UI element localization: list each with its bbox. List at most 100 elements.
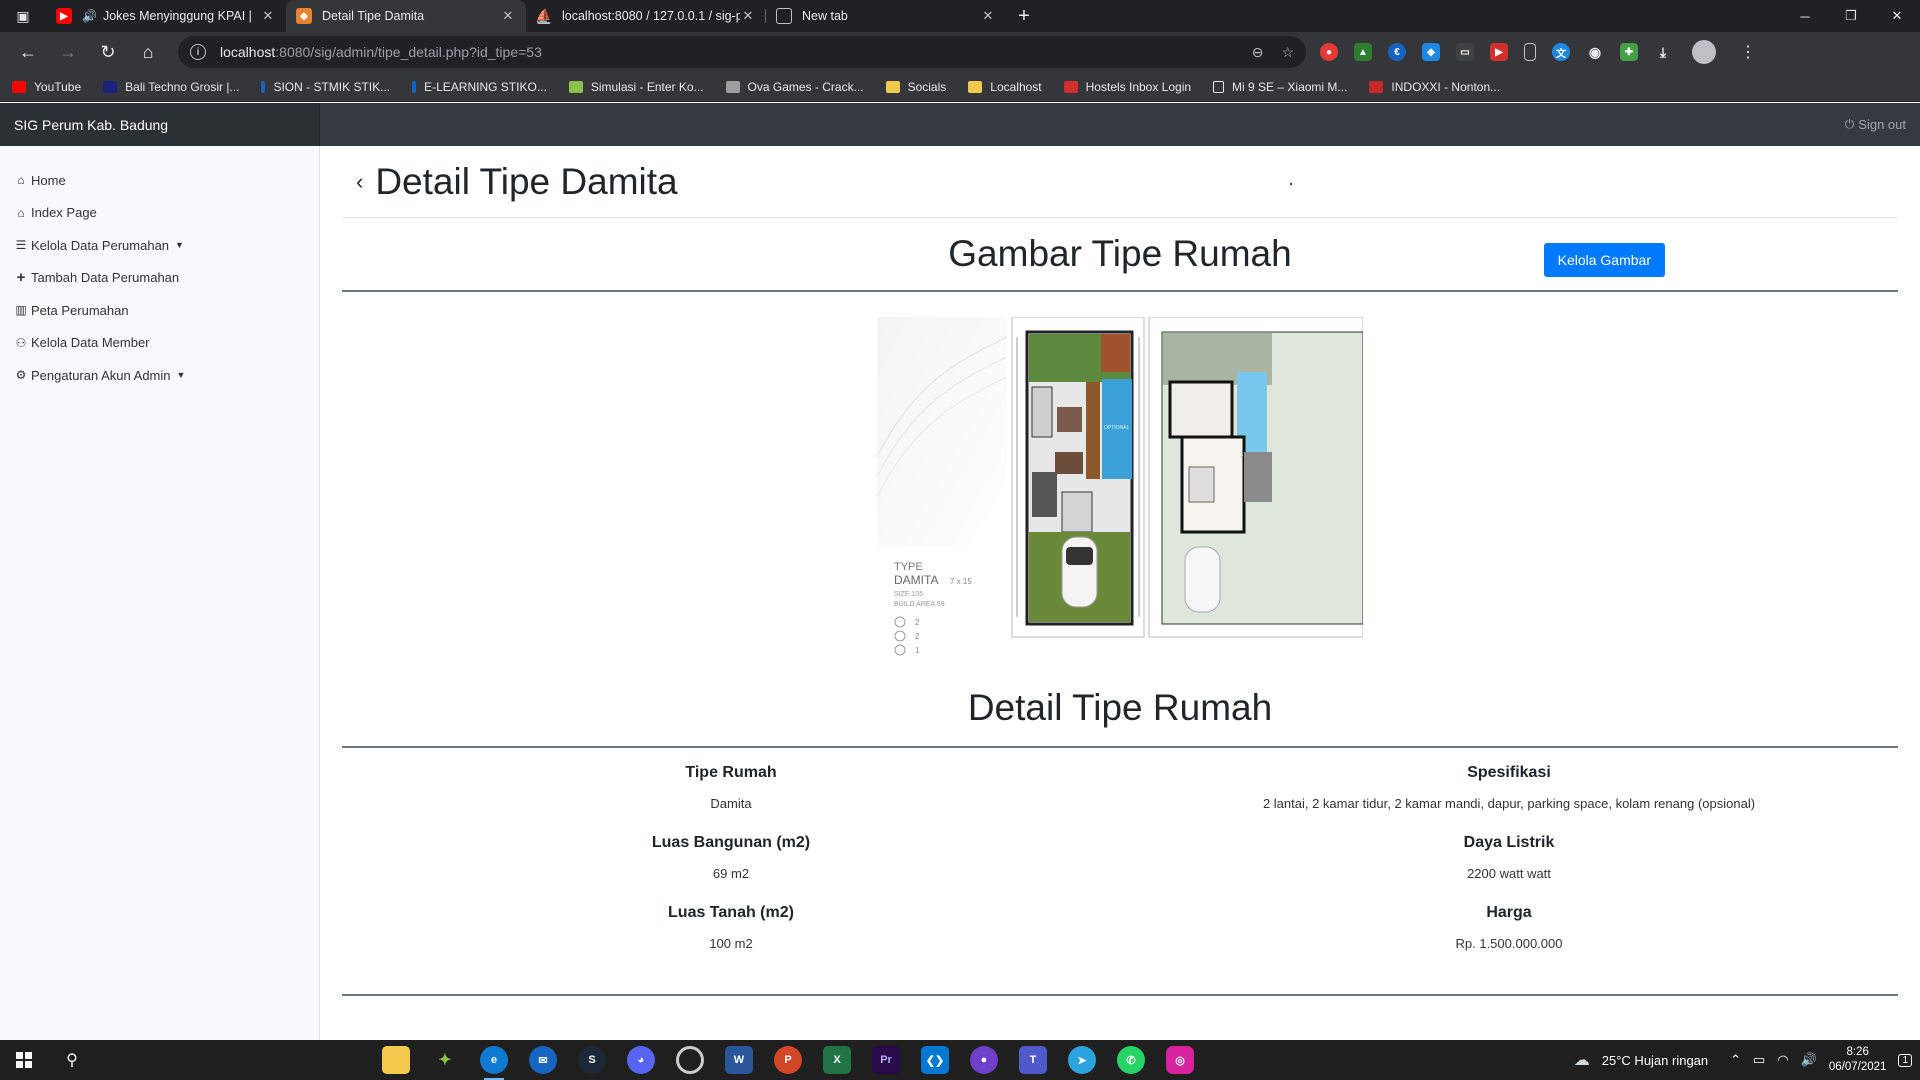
fp-type-name: DAMITA <box>894 573 938 587</box>
search-icon[interactable]: ⚲ <box>48 1040 96 1080</box>
forward-arrow-icon[interactable]: → <box>48 34 88 70</box>
weather-text[interactable]: 25°C Hujan ringan <box>1602 1053 1708 1068</box>
cog-icon: ⚙ <box>15 368 27 383</box>
premiere-icon[interactable]: Pr <box>872 1046 900 1074</box>
extension-red-icon[interactable]: ● <box>1320 43 1338 61</box>
back-arrow-icon[interactable]: ← <box>8 34 48 70</box>
vscode-icon[interactable]: ❮❯ <box>921 1046 949 1074</box>
fp-build-area: BUILD AREA 69 <box>894 601 945 608</box>
telegram-icon[interactable]: ➤ <box>1068 1046 1096 1074</box>
windows-start-icon[interactable] <box>0 1040 48 1080</box>
notification-icon[interactable]: 1 <box>1898 1053 1912 1067</box>
word-icon[interactable]: W <box>725 1046 753 1074</box>
teams-icon[interactable]: T <box>1019 1046 1047 1074</box>
powerpoint-icon[interactable]: P <box>774 1046 802 1074</box>
bookmark-simulasi[interactable]: Simulasi - Enter Ko... <box>568 80 704 94</box>
discord-icon[interactable]: ◕ <box>627 1046 655 1074</box>
bookmark-folder-socials[interactable]: Socials <box>885 80 946 94</box>
wifi-icon[interactable]: ◠ <box>1777 1052 1788 1068</box>
whatsapp-icon[interactable]: ✆ <box>1117 1046 1145 1074</box>
sidebar-item-kelola-member[interactable]: ⚇ Kelola Data Member <box>0 327 319 360</box>
address-bar[interactable]: i localhost :8080/sig/admin/tipe_detail.… <box>178 36 1306 68</box>
plus-icon: + <box>16 269 26 287</box>
sidebar-item-pengaturan-akun[interactable]: ⚙ Pengaturan Akun Admin ▼ <box>0 359 319 392</box>
restore-icon[interactable]: ❐ <box>1828 0 1874 32</box>
bookmark-youtube[interactable]: YouTube <box>12 80 81 94</box>
bookmark-star-icon[interactable]: ☆ <box>1281 44 1294 61</box>
home-icon: ⌂ <box>17 173 25 188</box>
caret-down-icon: ▼ <box>176 370 186 381</box>
sidebar-item-tambah-perumahan[interactable]: + Tambah Data Perumahan <box>0 262 319 295</box>
bookmark-ova-games[interactable]: Ova Games - Crack... <box>725 80 864 94</box>
tray-chevron-up-icon[interactable]: ⌃ <box>1730 1052 1741 1068</box>
edge-browser-icon[interactable]: e <box>480 1046 508 1080</box>
profile-avatar[interactable] <box>1692 40 1716 64</box>
extension-euro-icon[interactable]: € <box>1388 43 1406 61</box>
extension-translate-icon[interactable]: 文 <box>1552 43 1570 61</box>
browser-tab-detail[interactable]: ◆ Detail Tipe Damita ✕ <box>286 0 526 32</box>
camera-icon[interactable]: ◉ <box>1586 43 1604 61</box>
bookmark-hostels[interactable]: Hostels Inbox Login <box>1063 80 1191 94</box>
detail-value: Damita <box>710 796 752 811</box>
store-icon[interactable]: ✦ <box>431 1046 459 1074</box>
fp-car-count: 1 <box>915 646 920 655</box>
brand-link[interactable]: SIG Perum Kab. Badung <box>0 103 320 146</box>
sidebar-item-peta-perumahan[interactable]: ▥ Peta Perumahan <box>0 294 319 327</box>
battery-icon[interactable]: ▭ <box>1753 1052 1765 1068</box>
sidebar: ⌂ Home ⌂ Index Page ☰ Kelola Data Peruma… <box>0 146 320 1040</box>
clock[interactable]: 8:26 06/07/2021 <box>1829 1045 1887 1075</box>
sign-out-link[interactable]: ⏻ Sign out <box>1845 103 1906 146</box>
weather-cloud-icon: ☁ <box>1573 1052 1590 1069</box>
close-tab-icon[interactable]: ✕ <box>980 8 996 24</box>
detail-daya-listrik: Daya Listrik 2200 watt watt <box>1120 834 1898 904</box>
browser-tab-phpmyadmin[interactable]: ⛵ localhost:8080 / 127.0.0.1 / sig-p ✕ <box>526 0 766 32</box>
detail-value: 2 lantai, 2 kamar tidur, 2 kamar mandi, … <box>1262 796 1756 811</box>
bookmark-sion[interactable]: SION - STMIK STIK... <box>261 80 390 94</box>
extension-puzzle-icon[interactable]: ✚ <box>1620 43 1638 61</box>
extension-green-icon[interactable]: ▲ <box>1354 43 1372 61</box>
back-chevron-icon[interactable]: ‹ <box>356 169 363 195</box>
bookmark-mi9se[interactable]: Mi 9 SE – Xiaomi M... <box>1213 80 1347 94</box>
mail-icon[interactable]: ✉ <box>529 1046 557 1074</box>
extension-shield-icon[interactable]: ◈ <box>1422 43 1440 61</box>
close-tab-icon[interactable]: ✕ <box>260 8 276 24</box>
bookmark-folder-localhost[interactable]: Localhost <box>968 80 1042 94</box>
detail-label: Luas Bangunan (m2) <box>651 834 811 851</box>
browser-tab-youtube[interactable]: ▶ 🔊 Jokes Menyinggung KPAI | ✕ <box>46 0 286 32</box>
home-icon[interactable]: ⌂ <box>128 34 168 70</box>
sidebar-item-home[interactable]: ⌂ Home <box>0 164 319 197</box>
bookmark-indoxxi[interactable]: INDOXXI - Nonton... <box>1369 80 1500 94</box>
bath-icon <box>894 630 906 642</box>
ring-app-icon[interactable] <box>676 1046 704 1074</box>
minimize-icon[interactable]: ─ <box>1782 0 1828 32</box>
github-icon[interactable]: ● <box>970 1046 998 1074</box>
new-tab-button[interactable]: + <box>1010 2 1038 30</box>
detail-value: 2200 watt watt <box>1467 866 1551 881</box>
volume-icon[interactable]: 🔊 <box>1801 1052 1817 1068</box>
bookmark-bali-techno[interactable]: Bali Techno Grosir |... <box>103 80 239 94</box>
zoom-icon[interactable]: ⊖ <box>1252 44 1264 61</box>
file-explorer-icon[interactable] <box>382 1046 410 1074</box>
tab-actions-icon[interactable]: ▣ <box>0 0 46 32</box>
site-info-icon[interactable]: i <box>190 44 206 60</box>
sidebar-item-index-page[interactable]: ⌂ Index Page <box>0 197 319 230</box>
menu-kebab-icon[interactable]: ⋮ <box>1740 42 1756 62</box>
reload-icon[interactable]: ↻ <box>88 34 128 70</box>
extension-media-icon[interactable]: ▶ <box>1490 43 1508 61</box>
detail-grid: Tipe Rumah Damita Spesifikasi 2 lantai, … <box>342 748 1898 996</box>
kelola-gambar-button[interactable]: Kelola Gambar <box>1543 243 1665 277</box>
close-tab-icon[interactable]: ✕ <box>740 8 756 24</box>
close-tab-icon[interactable]: ✕ <box>500 8 516 24</box>
download-icon[interactable]: ⤓ <box>1654 43 1672 61</box>
close-window-icon[interactable]: ✕ <box>1874 0 1920 32</box>
steam-icon[interactable]: S <box>578 1046 606 1074</box>
bookmark-elearning[interactable]: E-LEARNING STIKO... <box>412 80 547 94</box>
excel-icon[interactable]: X <box>823 1046 851 1074</box>
system-tray: ☁ 25°C Hujan ringan ⌃ ▭ ◠ 🔊 8:26 06/07/2… <box>1574 1040 1912 1080</box>
browser-tab-newtab[interactable]: New tab ✕ <box>766 0 1006 32</box>
extension-glasses-icon[interactable]: ▭ <box>1456 43 1474 61</box>
tab-title: Jokes Menyinggung KPAI | <box>102 9 252 23</box>
extension-phone-icon[interactable] <box>1524 43 1536 61</box>
sidebar-item-kelola-perumahan[interactable]: ☰ Kelola Data Perumahan ▼ <box>0 229 319 262</box>
instagram-icon[interactable]: ◎ <box>1166 1046 1194 1074</box>
